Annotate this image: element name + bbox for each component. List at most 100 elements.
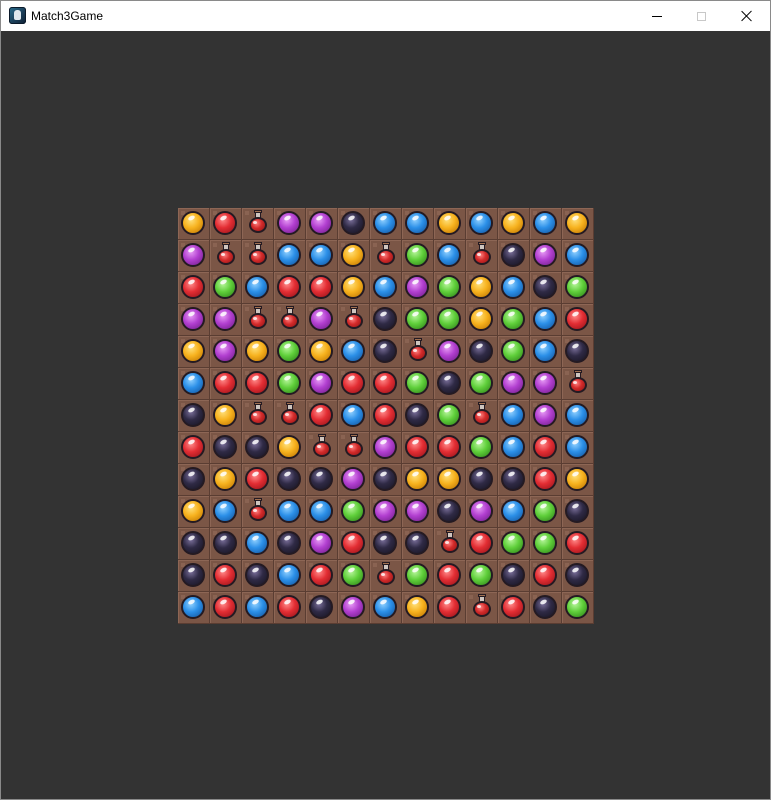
board-tile[interactable] <box>338 464 370 496</box>
board-tile[interactable] <box>338 432 370 464</box>
board-tile[interactable] <box>562 528 594 560</box>
board-tile[interactable] <box>242 368 274 400</box>
board-tile[interactable] <box>434 304 466 336</box>
board-tile[interactable] <box>402 560 434 592</box>
board-tile[interactable] <box>338 592 370 624</box>
board-tile[interactable] <box>434 528 466 560</box>
board-tile[interactable] <box>402 592 434 624</box>
board-tile[interactable] <box>434 496 466 528</box>
board-tile[interactable] <box>402 272 434 304</box>
board-tile[interactable] <box>370 368 402 400</box>
board-tile[interactable] <box>210 304 242 336</box>
board-tile[interactable] <box>466 592 498 624</box>
board-tile[interactable] <box>210 464 242 496</box>
board-tile[interactable] <box>434 464 466 496</box>
board-tile[interactable] <box>210 240 242 272</box>
board-tile[interactable] <box>402 464 434 496</box>
board-tile[interactable] <box>562 304 594 336</box>
board-tile[interactable] <box>338 496 370 528</box>
board-tile[interactable] <box>306 208 338 240</box>
board-tile[interactable] <box>562 496 594 528</box>
close-button[interactable] <box>724 1 770 31</box>
board-tile[interactable] <box>274 208 306 240</box>
board-tile[interactable] <box>178 336 210 368</box>
board-tile[interactable] <box>338 272 370 304</box>
board-tile[interactable] <box>466 368 498 400</box>
board-tile[interactable] <box>242 272 274 304</box>
board-tile[interactable] <box>562 368 594 400</box>
board-tile[interactable] <box>338 400 370 432</box>
board-tile[interactable] <box>562 272 594 304</box>
board-tile[interactable] <box>210 528 242 560</box>
board-tile[interactable] <box>402 432 434 464</box>
board-tile[interactable] <box>210 496 242 528</box>
title-bar[interactable]: Match3Game <box>1 1 770 31</box>
board-tile[interactable] <box>242 528 274 560</box>
board-tile[interactable] <box>274 560 306 592</box>
board-tile[interactable] <box>370 592 402 624</box>
board-tile[interactable] <box>178 464 210 496</box>
board-tile[interactable] <box>242 400 274 432</box>
board-tile[interactable] <box>466 272 498 304</box>
board-tile[interactable] <box>178 496 210 528</box>
board-tile[interactable] <box>306 592 338 624</box>
board-tile[interactable] <box>338 336 370 368</box>
board-tile[interactable] <box>210 560 242 592</box>
board-tile[interactable] <box>530 368 562 400</box>
board-tile[interactable] <box>434 592 466 624</box>
board-tile[interactable] <box>530 432 562 464</box>
board-tile[interactable] <box>498 272 530 304</box>
board-tile[interactable] <box>242 560 274 592</box>
board-tile[interactable] <box>498 560 530 592</box>
board-tile[interactable] <box>434 432 466 464</box>
board-tile[interactable] <box>338 208 370 240</box>
board-tile[interactable] <box>178 208 210 240</box>
board-tile[interactable] <box>338 560 370 592</box>
board-tile[interactable] <box>274 240 306 272</box>
board-tile[interactable] <box>530 496 562 528</box>
board-tile[interactable] <box>338 304 370 336</box>
board-tile[interactable] <box>402 400 434 432</box>
board-tile[interactable] <box>338 240 370 272</box>
maximize-button[interactable] <box>678 1 724 31</box>
board-tile[interactable] <box>562 240 594 272</box>
board-tile[interactable] <box>498 336 530 368</box>
board-tile[interactable] <box>370 528 402 560</box>
board-tile[interactable] <box>530 560 562 592</box>
board-tile[interactable] <box>498 208 530 240</box>
board-tile[interactable] <box>242 496 274 528</box>
board-tile[interactable] <box>370 432 402 464</box>
board-tile[interactable] <box>210 592 242 624</box>
board-tile[interactable] <box>434 560 466 592</box>
board-tile[interactable] <box>210 336 242 368</box>
board-tile[interactable] <box>370 464 402 496</box>
board-tile[interactable] <box>402 304 434 336</box>
board-tile[interactable] <box>402 496 434 528</box>
board-tile[interactable] <box>466 496 498 528</box>
board-tile[interactable] <box>242 464 274 496</box>
board-tile[interactable] <box>242 240 274 272</box>
board-tile[interactable] <box>466 208 498 240</box>
board-tile[interactable] <box>338 528 370 560</box>
board-tile[interactable] <box>402 528 434 560</box>
board-tile[interactable] <box>178 528 210 560</box>
board-tile[interactable] <box>530 208 562 240</box>
board-tile[interactable] <box>434 400 466 432</box>
board-tile[interactable] <box>434 208 466 240</box>
board-tile[interactable] <box>498 432 530 464</box>
board-tile[interactable] <box>498 528 530 560</box>
board-tile[interactable] <box>402 336 434 368</box>
board-tile[interactable] <box>562 400 594 432</box>
board-tile[interactable] <box>338 368 370 400</box>
board-tile[interactable] <box>530 304 562 336</box>
board-tile[interactable] <box>466 336 498 368</box>
board-tile[interactable] <box>178 368 210 400</box>
board-tile[interactable] <box>306 304 338 336</box>
board-tile[interactable] <box>274 432 306 464</box>
board-tile[interactable] <box>530 240 562 272</box>
board-tile[interactable] <box>530 272 562 304</box>
board-tile[interactable] <box>466 464 498 496</box>
board-tile[interactable] <box>370 400 402 432</box>
board-tile[interactable] <box>306 272 338 304</box>
board-tile[interactable] <box>466 432 498 464</box>
